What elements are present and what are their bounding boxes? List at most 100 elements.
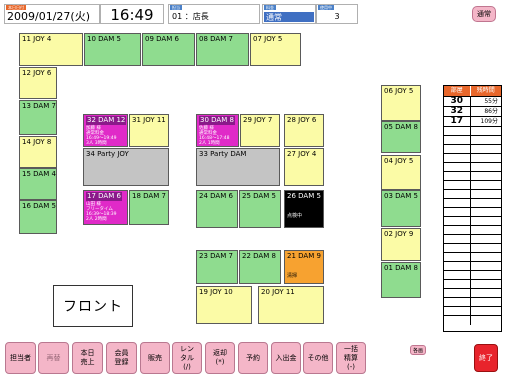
room-label: 10 DAM 5 xyxy=(87,35,121,43)
room-label: 34 Party JOY xyxy=(86,150,129,158)
room-label: 09 DAM 6 xyxy=(145,35,179,43)
room-label: 27 JOY 4 xyxy=(287,150,317,158)
room-label: 14 JOY 8 xyxy=(22,138,52,146)
room-03[interactable]: 03 DAM 5 xyxy=(381,190,421,227)
room-detail: 山田 様 フリータイム 16:39～18:39 2人 2時間 xyxy=(86,202,117,222)
exit-button[interactable]: 終了 xyxy=(474,344,498,372)
room-22[interactable]: 22 DAM 8 xyxy=(239,250,281,284)
room-29[interactable]: 29 JOY 7 xyxy=(240,114,280,147)
staff-button[interactable]: 担当者 xyxy=(5,342,36,374)
room-04[interactable]: 04 JOY 5 xyxy=(381,155,421,190)
other-button[interactable]: その他 xyxy=(303,342,333,374)
cash-inout-button[interactable]: 入出金 xyxy=(271,342,301,374)
room-label: 33 Party DAM xyxy=(199,150,247,158)
room-19[interactable]: 19 JOY 10 xyxy=(196,286,252,324)
room-label: 31 JOY 11 xyxy=(132,116,166,124)
room-label: 19 JOY 10 xyxy=(199,288,233,296)
room-label: 28 JOY 6 xyxy=(287,116,317,124)
room-07[interactable]: 07 JOY 5 xyxy=(250,33,301,66)
room-label: 03 DAM 5 xyxy=(384,192,418,200)
staff-label: 担当 xyxy=(170,5,182,10)
room-13[interactable]: 13 DAM 7 xyxy=(19,100,57,135)
room-33[interactable]: 33 Party DAM xyxy=(196,148,280,186)
room-label: 12 JOY 6 xyxy=(22,69,52,77)
daily-sales-button[interactable]: 本日 売上 xyxy=(72,342,103,374)
room-27[interactable]: 27 JOY 4 xyxy=(284,148,324,186)
room-label: 22 DAM 8 xyxy=(242,252,276,260)
room-label: 06 JOY 5 xyxy=(384,87,414,95)
room-25[interactable]: 25 DAM 5 xyxy=(239,190,281,228)
room-28[interactable]: 28 JOY 6 xyxy=(284,114,324,147)
room-15[interactable]: 15 DAM 4 xyxy=(19,168,57,200)
front-desk: フロント xyxy=(53,285,133,327)
room-label: 11 JOY 4 xyxy=(22,35,52,43)
room-16[interactable]: 16 DAM 5 xyxy=(19,200,57,234)
room-label: 17 DAM 6 xyxy=(86,192,122,201)
staff-field[interactable]: 担当 01 ：店長 xyxy=(168,4,260,24)
panel-header: 部屋 残時間 xyxy=(444,86,501,96)
col-room-header: 部屋 xyxy=(444,86,471,96)
room-02[interactable]: 02 JOY 9 xyxy=(381,228,421,261)
sales-button[interactable]: 販売 xyxy=(140,342,170,374)
room-11[interactable]: 11 JOY 4 xyxy=(19,33,83,66)
room-01[interactable]: 01 DAM 8 xyxy=(381,262,421,298)
time-value: 16:49 xyxy=(110,6,154,24)
room-label: 13 DAM 7 xyxy=(22,102,56,110)
room-17[interactable]: 17 DAM 6 山田 様 フリータイム 16:39～18:39 2人 2時間 xyxy=(83,190,128,225)
fee-field[interactable]: 料金 通常 xyxy=(262,4,316,24)
room-23[interactable]: 23 DAM 7 xyxy=(196,250,238,284)
in-use-value: 3 xyxy=(334,12,340,21)
room-label: 24 DAM 6 xyxy=(199,192,233,200)
reserve-button[interactable]: 予約 xyxy=(238,342,268,374)
room-label: 26 DAM 5 xyxy=(287,192,321,200)
room-26[interactable]: 26 DAM 5 点検中 xyxy=(284,190,324,228)
reprint-button[interactable]: 再替 xyxy=(38,342,69,374)
fee-label: 料金 xyxy=(264,5,276,10)
room-24[interactable]: 24 DAM 6 xyxy=(196,190,238,228)
fee-value: 通常 xyxy=(264,12,314,22)
member-register-button[interactable]: 会員 登録 xyxy=(106,342,137,374)
room-09[interactable]: 09 DAM 6 xyxy=(142,33,195,66)
in-use-label: 使用中 xyxy=(318,5,334,10)
room-06[interactable]: 06 JOY 5 xyxy=(381,85,421,121)
return-button[interactable]: 返却 (*) xyxy=(205,342,235,374)
room-status: 点検中 xyxy=(287,213,303,219)
room-05[interactable]: 05 DAM 8 xyxy=(381,121,421,153)
room-label: 07 JOY 5 xyxy=(253,35,283,43)
room-label: 08 DAM 7 xyxy=(199,35,233,43)
room-34[interactable]: 34 Party JOY xyxy=(83,148,169,186)
time-field: 16:49 xyxy=(100,4,164,24)
room-label: 21 DAM 9 xyxy=(287,252,321,260)
room-label: 01 DAM 8 xyxy=(384,264,418,272)
room-label: 04 JOY 5 xyxy=(384,157,414,165)
rental-button[interactable]: レン タル (/) xyxy=(172,342,202,374)
room-21[interactable]: 21 DAM 9 清掃 xyxy=(284,250,324,284)
room-label: 25 DAM 5 xyxy=(242,192,276,200)
date-field: 本日日付 2009/01/27(火) xyxy=(4,4,100,24)
room-12[interactable]: 12 JOY 6 xyxy=(19,67,57,99)
room-label: 15 DAM 4 xyxy=(22,170,56,178)
small-pink-button[interactable]: 各画 xyxy=(410,345,426,355)
panel-empty-row xyxy=(444,315,501,325)
date-value: 2009/01/27(火) xyxy=(7,10,90,23)
room-31[interactable]: 31 JOY 11 xyxy=(129,114,169,147)
in-use-field: 使用中 3 xyxy=(316,4,358,24)
room-detail: 佐藤 様 通常料金 16:48～17:48 2人 1時間 xyxy=(199,126,230,146)
room-label: 32 DAM 12 xyxy=(86,116,127,125)
staff-value: 01 ：店長 xyxy=(172,12,209,21)
room-label: 05 DAM 8 xyxy=(384,123,418,131)
room-status: 清掃 xyxy=(287,273,298,279)
room-20[interactable]: 20 JOY 11 xyxy=(258,286,324,324)
room-label: 02 JOY 9 xyxy=(384,230,414,238)
room-08[interactable]: 08 DAM 7 xyxy=(196,33,249,66)
room-10[interactable]: 10 DAM 5 xyxy=(84,33,141,66)
mode-normal-button[interactable]: 通常 xyxy=(472,6,496,22)
room-label: 30 DAM 8 xyxy=(199,116,235,125)
room-32[interactable]: 32 DAM 12 加藤 様 通常料金 16:49～19:49 3人 3時間 xyxy=(83,114,128,147)
room-14[interactable]: 14 JOY 8 xyxy=(19,136,57,168)
room-label: 29 JOY 7 xyxy=(243,116,273,124)
room-18[interactable]: 18 DAM 7 xyxy=(129,190,169,225)
bulk-settle-button[interactable]: 一括 精算 (-) xyxy=(336,342,366,374)
remaining-time-panel: 部屋 残時間 30 55分 32 86分 17 109分 xyxy=(443,85,502,332)
room-30[interactable]: 30 DAM 8 佐藤 様 通常料金 16:48～17:48 2人 1時間 xyxy=(196,114,239,147)
